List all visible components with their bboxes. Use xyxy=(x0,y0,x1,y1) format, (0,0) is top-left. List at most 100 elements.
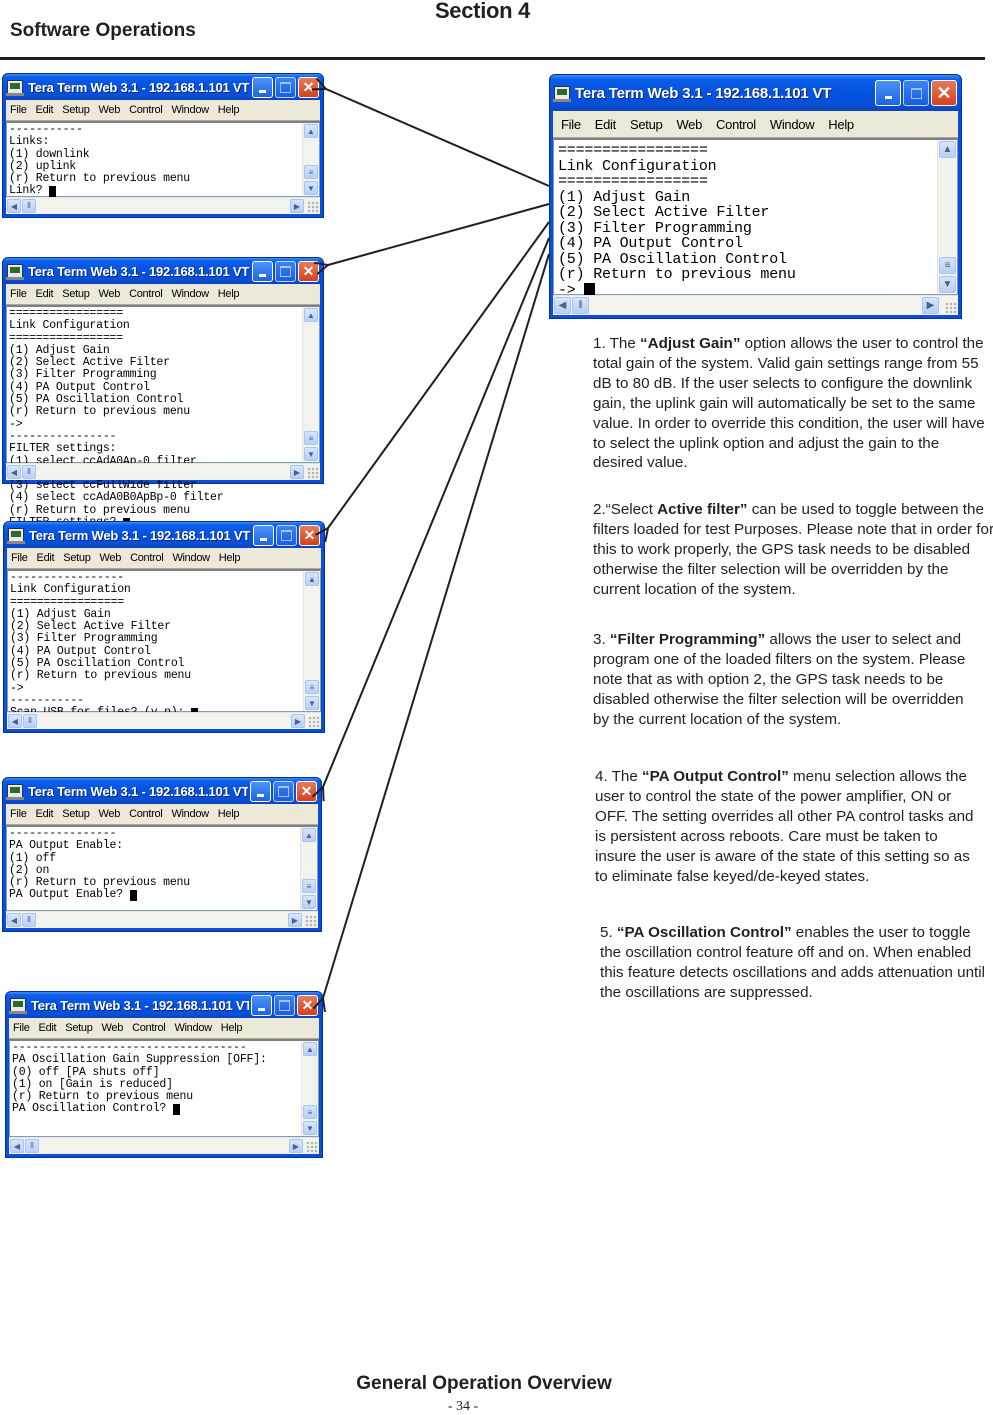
menu-item-edit[interactable]: Edit xyxy=(36,808,54,820)
minimize-button[interactable] xyxy=(875,80,901,106)
menu-item-window[interactable]: Window xyxy=(770,117,815,132)
window-titlebar[interactable]: Tera Term Web 3.1 - 192.168.1.101 VT ✕ xyxy=(3,74,323,100)
window-titlebar[interactable]: Tera Term Web 3.1 - 192.168.1.101 VT ✕ xyxy=(550,75,961,111)
scroll-thumb-horizontal[interactable]: ⦀ xyxy=(22,199,36,213)
menu-item-edit[interactable]: Edit xyxy=(36,104,54,116)
menu-item-help[interactable]: Help xyxy=(219,552,241,564)
minimize-button[interactable] xyxy=(252,76,273,98)
menu-item-help[interactable]: Help xyxy=(828,117,854,132)
menu-item-setup[interactable]: Setup xyxy=(630,117,663,132)
resize-grip[interactable] xyxy=(945,302,957,314)
horizontal-scrollbar[interactable]: ◀ ⦀ ▶ xyxy=(7,712,321,729)
menu-item-web[interactable]: Web xyxy=(99,808,121,820)
resize-grip[interactable] xyxy=(307,201,319,213)
menu-item-control[interactable]: Control xyxy=(132,1022,166,1034)
scroll-right-icon[interactable]: ▶ xyxy=(288,913,302,927)
menu-item-file[interactable]: File xyxy=(11,552,28,564)
menu-item-file[interactable]: File xyxy=(561,117,581,132)
scroll-right-icon[interactable]: ▶ xyxy=(290,199,304,213)
menu-item-web[interactable]: Web xyxy=(102,1022,124,1034)
scroll-thumb[interactable]: ≡ xyxy=(939,257,956,274)
minimize-button[interactable] xyxy=(251,994,272,1016)
scroll-right-icon[interactable]: ▶ xyxy=(291,714,305,728)
menu-item-help[interactable]: Help xyxy=(218,808,240,820)
menu-item-window[interactable]: Window xyxy=(174,1022,212,1034)
menu-item-help[interactable]: Help xyxy=(218,104,240,116)
close-button[interactable]: ✕ xyxy=(298,260,319,282)
scroll-down-icon[interactable]: ▼ xyxy=(303,1121,317,1135)
menu-item-setup[interactable]: Setup xyxy=(63,552,91,564)
scroll-left-icon[interactable]: ◀ xyxy=(7,199,21,213)
terminal-area[interactable]: ================= Link Configuration ===… xyxy=(553,138,958,299)
horizontal-scrollbar[interactable]: ◀ ⦀ ▶ xyxy=(6,911,318,928)
menu-item-web[interactable]: Web xyxy=(676,117,702,132)
menu-item-setup[interactable]: Setup xyxy=(65,1022,93,1034)
maximize-button[interactable] xyxy=(273,780,294,802)
vertical-scrollbar[interactable]: ▲ ≡ ▼ xyxy=(302,123,319,196)
menu-item-control[interactable]: Control xyxy=(129,288,163,300)
window-titlebar[interactable]: Tera Term Web 3.1 - 192.168.1.101 VT ✕ xyxy=(4,522,324,548)
menu-item-setup[interactable]: Setup xyxy=(62,104,90,116)
scroll-up-icon[interactable]: ▲ xyxy=(305,572,319,586)
menu-item-web[interactable]: Web xyxy=(100,552,122,564)
terminal-area[interactable]: ----------- Links: (1) downlink (2) upli… xyxy=(6,121,320,198)
scroll-thumb-horizontal[interactable]: ⦀ xyxy=(572,297,589,314)
scroll-left-icon[interactable]: ◀ xyxy=(10,1139,24,1153)
menu-item-help[interactable]: Help xyxy=(218,288,240,300)
scroll-down-icon[interactable]: ▼ xyxy=(939,276,956,293)
scroll-right-icon[interactable]: ▶ xyxy=(290,465,304,479)
menu-item-file[interactable]: File xyxy=(13,1022,30,1034)
vertical-scrollbar[interactable]: ▲ ≡ ▼ xyxy=(300,827,317,910)
scroll-thumb[interactable]: ≡ xyxy=(302,879,316,893)
menu-item-window[interactable]: Window xyxy=(171,104,209,116)
scroll-thumb[interactable]: ≡ xyxy=(304,165,318,179)
scroll-left-icon[interactable]: ◀ xyxy=(554,297,571,314)
menu-item-control[interactable]: Control xyxy=(129,104,163,116)
scroll-down-icon[interactable]: ▼ xyxy=(302,895,316,909)
maximize-button[interactable] xyxy=(903,80,929,106)
scroll-thumb[interactable]: ≡ xyxy=(303,1105,317,1119)
scroll-up-icon[interactable]: ▲ xyxy=(939,141,956,158)
scroll-thumb[interactable]: ≡ xyxy=(305,680,319,694)
menu-item-file[interactable]: File xyxy=(10,104,27,116)
close-button[interactable]: ✕ xyxy=(297,994,318,1016)
vertical-scrollbar[interactable]: ▲ ≡ ▼ xyxy=(301,1041,318,1136)
scroll-right-icon[interactable]: ▶ xyxy=(922,297,939,314)
maximize-button[interactable] xyxy=(275,260,296,282)
scroll-thumb[interactable]: ≡ xyxy=(304,431,318,445)
window-titlebar[interactable]: Tera Term Web 3.1 - 192.168.1.101 VT ✕ xyxy=(3,778,321,804)
vertical-scrollbar[interactable]: ▲ ≡ ▼ xyxy=(937,140,957,294)
maximize-button[interactable] xyxy=(274,994,295,1016)
scroll-left-icon[interactable]: ◀ xyxy=(8,714,22,728)
close-button[interactable]: ✕ xyxy=(931,80,957,106)
close-button[interactable]: ✕ xyxy=(299,524,320,546)
scroll-up-icon[interactable]: ▲ xyxy=(303,1042,317,1056)
window-titlebar[interactable]: Tera Term Web 3.1 - 192.168.1.101 VT ✕ xyxy=(3,258,323,284)
terminal-area[interactable]: ---------------- PA Output Enable: (1) o… xyxy=(6,825,318,911)
menu-item-control[interactable]: Control xyxy=(129,808,163,820)
vertical-scrollbar[interactable]: ▲ ≡ ▼ xyxy=(302,307,319,462)
minimize-button[interactable] xyxy=(253,524,274,546)
menu-item-control[interactable]: Control xyxy=(716,117,756,132)
scroll-thumb-horizontal[interactable]: ⦀ xyxy=(22,465,36,479)
menu-item-web[interactable]: Web xyxy=(99,104,121,116)
menu-item-window[interactable]: Window xyxy=(171,288,209,300)
scroll-thumb-horizontal[interactable]: ⦀ xyxy=(23,714,37,728)
maximize-button[interactable] xyxy=(276,524,297,546)
horizontal-scrollbar[interactable]: ◀ ⦀ ▶ xyxy=(6,197,320,214)
minimize-button[interactable] xyxy=(252,260,273,282)
menu-item-setup[interactable]: Setup xyxy=(62,808,90,820)
close-button[interactable]: ✕ xyxy=(298,76,319,98)
menu-item-edit[interactable]: Edit xyxy=(36,288,54,300)
window-titlebar[interactable]: Tera Term Web 3.1 - 192.168.1.101 VT ✕ xyxy=(6,992,322,1018)
scroll-thumb-horizontal[interactable]: ⦀ xyxy=(22,913,36,927)
minimize-button[interactable] xyxy=(250,780,271,802)
terminal-area[interactable]: ----------------- Link Configuration ===… xyxy=(7,569,321,720)
scroll-left-icon[interactable]: ◀ xyxy=(7,465,21,479)
vertical-scrollbar[interactable]: ▲ ≡ ▼ xyxy=(303,571,320,711)
menu-item-window[interactable]: Window xyxy=(172,552,210,564)
menu-item-web[interactable]: Web xyxy=(99,288,121,300)
horizontal-scrollbar[interactable]: ◀ ⦀ ▶ xyxy=(553,295,958,315)
menu-item-edit[interactable]: Edit xyxy=(39,1022,57,1034)
scroll-down-icon[interactable]: ▼ xyxy=(305,696,319,710)
